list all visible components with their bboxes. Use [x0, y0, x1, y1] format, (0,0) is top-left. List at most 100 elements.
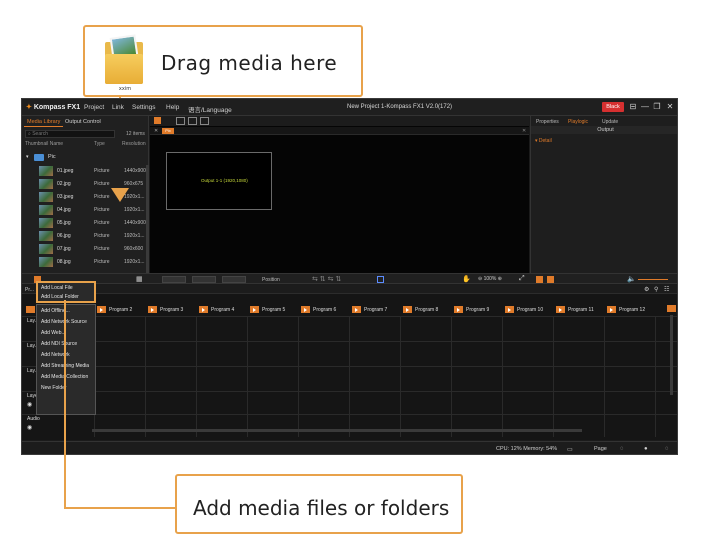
zoom-controls[interactable]: ⊖ 100% ⊕	[478, 276, 502, 282]
add-media-callout: Add media files or folders	[175, 474, 463, 534]
maximize-icon[interactable]: ❐	[652, 102, 662, 112]
layout-split-icon[interactable]	[188, 117, 197, 125]
preview-panel: ✕ Pix ✕ Output 1-1 (1920,1080)	[150, 116, 529, 281]
list-view-icon[interactable]: ☷	[664, 286, 669, 293]
x-field[interactable]	[162, 276, 186, 283]
program-vscroll[interactable]	[670, 315, 673, 395]
play-button[interactable]	[547, 276, 554, 283]
grid-view-icon[interactable]: ▦	[136, 275, 143, 283]
context-menu-item[interactable]: Add NDI Source	[41, 341, 77, 347]
grid-row-line	[22, 391, 677, 392]
program-header: Pr... ⚙ ⚲ ☷	[22, 285, 677, 294]
program-panel: Pr... ⚙ ⚲ ☷ Program 2 Program 3 Program 4P…	[22, 285, 677, 440]
program-icon	[454, 306, 463, 313]
media-row[interactable]: 05.jpg Picture 1440x900	[22, 217, 147, 229]
program-next-icon[interactable]	[667, 305, 676, 312]
grid-row-line	[22, 316, 677, 317]
expand-arrow-icon[interactable]: ▾	[26, 154, 29, 160]
output-screen[interactable]: Output 1-1 (1920,1080)	[166, 152, 272, 210]
search-input[interactable]: ⌕ Search	[25, 130, 115, 138]
align-icons[interactable]: ⇆ ⇅ ⇆ ⇅	[312, 275, 341, 283]
hand-icon[interactable]: ✋	[462, 275, 471, 283]
menu-project[interactable]: Project	[84, 104, 104, 111]
width-field[interactable]	[222, 276, 246, 283]
fit-icon[interactable]	[377, 276, 384, 283]
context-menu-item[interactable]: Add Web...	[41, 330, 66, 336]
preview-mode-icon[interactable]	[154, 117, 161, 124]
fullscreen-icon[interactable]: ⤢	[519, 275, 525, 283]
pin-icon[interactable]: ⚲	[654, 286, 658, 293]
layer-4-volume-icon[interactable]: ◉	[27, 401, 32, 408]
menu-settings[interactable]: Settings	[132, 104, 156, 111]
program-icon	[301, 306, 310, 313]
media-resolution: 1440x900	[124, 220, 146, 226]
program-tabs: Program 2 Program 3 Program 4 Program 5 Prog…	[97, 305, 677, 315]
menu-language[interactable]: 语言/Language	[188, 104, 232, 114]
project-title: New Project 1-Kompass FX1 V2.0(172)	[347, 104, 453, 110]
tab-update[interactable]: Update	[599, 118, 621, 126]
tab-properties[interactable]: Properties	[533, 118, 562, 126]
position-label: Position	[262, 277, 280, 283]
program-tab-label: Program 8	[415, 307, 439, 313]
properties-detail-row[interactable]: ▾ Detail	[535, 138, 552, 144]
layout-grid-icon[interactable]	[200, 117, 209, 125]
folder-row[interactable]: ▾ Pic	[26, 154, 146, 162]
program-hscroll[interactable]	[92, 429, 582, 432]
grid-row-line	[22, 366, 677, 367]
media-row[interactable]: 08.jpg Picture 1920x1...	[22, 256, 147, 268]
monitor-icon[interactable]: ▭	[567, 446, 573, 453]
preview-tab-bar: ✕ Pix ✕	[150, 127, 529, 135]
media-name: 05.jpg	[57, 220, 71, 226]
grid-column-line	[196, 317, 197, 437]
record-icon[interactable]: ●	[644, 446, 648, 452]
add-media-label: Add media files or folders	[193, 496, 450, 520]
info-icon[interactable]: ◌	[665, 446, 669, 452]
highlight-box	[36, 281, 96, 303]
media-row[interactable]: 07.jpg Picture 960x600	[22, 243, 147, 255]
program-tab-label: Program 7	[364, 307, 388, 313]
tab-output-control[interactable]: Output Control	[62, 118, 104, 126]
column-resolution[interactable]: Resolution	[122, 141, 146, 147]
media-thumbnail	[39, 257, 53, 267]
layout-single-icon[interactable]	[176, 117, 185, 125]
page-label[interactable]: Page	[594, 446, 607, 452]
context-menu-item[interactable]: New Folder	[41, 385, 67, 391]
volume-slider[interactable]	[638, 279, 668, 280]
grid-column-line	[349, 317, 350, 437]
tab-media-library[interactable]: Media Library	[24, 118, 64, 127]
minimize-icon[interactable]: —	[640, 102, 650, 112]
media-scrollbar[interactable]	[146, 165, 149, 275]
cpu-memory-status: CPU: 12% Memory: 54%	[496, 446, 558, 452]
menu-help[interactable]: Help	[166, 104, 179, 111]
preview-toolbar	[150, 116, 529, 126]
media-thumbnail	[39, 179, 53, 189]
program-1-icon[interactable]	[26, 306, 35, 313]
volume-icon[interactable]: 🔈	[627, 275, 636, 283]
media-thumbnail	[39, 192, 53, 202]
program-header-label: Pr...	[25, 287, 34, 293]
program-tab-label: Program 11	[568, 307, 594, 313]
column-type[interactable]: Type	[94, 141, 105, 147]
y-field[interactable]	[192, 276, 216, 283]
media-row[interactable]: 06.jpg Picture 1920x1...	[22, 230, 147, 242]
black-button[interactable]: Black	[602, 102, 624, 112]
program-tab-label: Program 6	[313, 307, 337, 313]
refresh-icon[interactable]: ◌	[620, 446, 624, 452]
audio-volume-icon[interactable]: ◉	[27, 424, 32, 431]
layout-icon[interactable]: ⊟	[628, 102, 638, 112]
program-settings-icon[interactable]: ⚙	[644, 286, 649, 293]
column-thumbnail-name[interactable]: Thumbnail Name	[25, 141, 63, 147]
program-icon	[556, 306, 565, 313]
add-connector-horizontal	[64, 507, 176, 509]
stop-button[interactable]	[536, 276, 543, 283]
menu-link[interactable]: Link	[112, 104, 124, 111]
preview-close-icon[interactable]: ✕	[522, 128, 526, 134]
media-name: 02.jpg	[57, 181, 71, 187]
preview-tab[interactable]: Pix	[162, 128, 174, 134]
close-icon[interactable]: ✕	[665, 102, 675, 112]
folder-name: Pic	[48, 154, 56, 160]
grid-column-line	[400, 317, 401, 437]
grid-column-line	[145, 317, 146, 437]
program-icon	[148, 306, 157, 313]
tab-close-icon[interactable]: ✕	[154, 128, 158, 134]
